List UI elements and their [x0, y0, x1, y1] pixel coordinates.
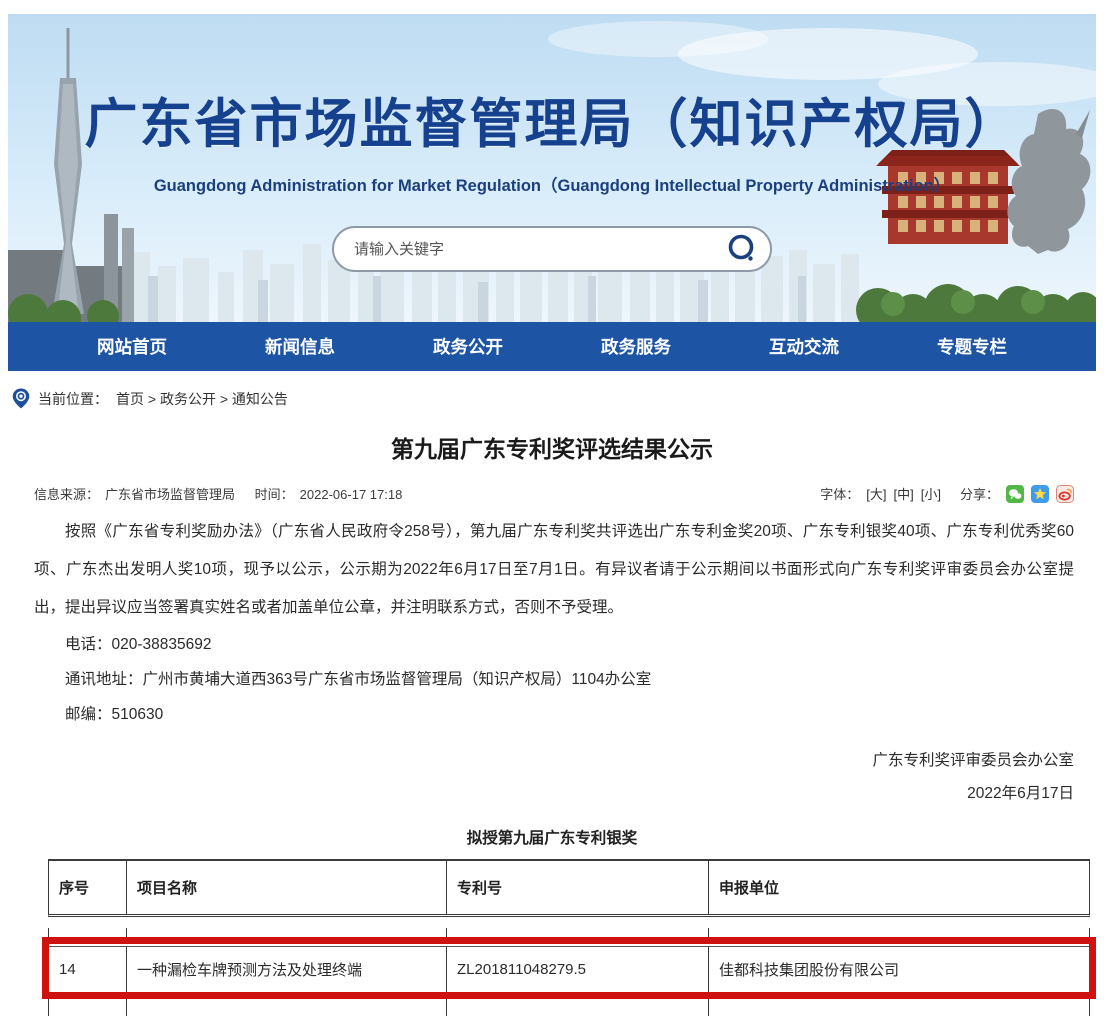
time-value: 2022-06-17 17:18: [300, 487, 403, 502]
search-input[interactable]: [352, 240, 726, 259]
source-value: 广东省市场监督管理局: [105, 487, 235, 502]
table-caption: 拟授第九届广东专利银奖: [0, 826, 1104, 848]
share-label: 分享：: [960, 484, 999, 503]
nav-item-news[interactable]: 新闻信息: [265, 334, 335, 359]
font-large-button[interactable]: [大]: [866, 484, 886, 503]
header-project: 项目名称: [126, 861, 446, 914]
article-title: 第九届广东专利奖评选结果公示: [0, 430, 1104, 464]
site-banner: 广东省市场监督管理局（知识产权局） Guangdong Administrati…: [8, 14, 1096, 322]
contact-address: 通讯地址：广州市黄埔大道西363号广东省市场监督管理局（知识产权局）1104办公…: [34, 662, 1074, 697]
contact-phone: 电话：020-38835692: [34, 627, 1074, 662]
nav-item-gov-disclosure[interactable]: 政务公开: [433, 334, 503, 359]
meta-source-time: 信息来源： 广东省市场监督管理局 时间： 2022-06-17 17:18: [34, 484, 408, 503]
highlight-annotation-box: 14 一种漏检车牌预测方法及处理终端 ZL201811048279.5 佳都科技…: [42, 937, 1096, 999]
table-gap: [0, 917, 1104, 928]
nav-item-interaction[interactable]: 互动交流: [769, 334, 839, 359]
qzone-share-icon[interactable]: [1031, 485, 1049, 503]
award-table: 序号 项目名称 专利号 申报单位: [48, 859, 1090, 917]
source-label: 信息来源：: [34, 487, 99, 502]
article-paragraph: 按照《广东省专利奖励办法》（广东省人民政府令258号），第九届广东专利奖共评选出…: [34, 513, 1074, 627]
font-medium-button[interactable]: [中]: [894, 484, 914, 503]
meta-tools: 字体： [大] [中] [小] 分享：: [820, 484, 1074, 503]
article-meta: 信息来源： 广东省市场监督管理局 时间： 2022-06-17 17:18 字体： …: [34, 484, 1074, 503]
signature-office: 广东专利奖评审委员会办公室: [0, 744, 1074, 777]
row-top-stub: [48, 928, 1090, 937]
nav-item-special-topics[interactable]: 专题专栏: [937, 334, 1007, 359]
nav-item-home[interactable]: 网站首页: [97, 334, 167, 359]
header-applicant: 申报单位: [708, 861, 1089, 914]
page: { "banner": { "title": "广东省市场监督管理局（知识产权局…: [0, 14, 1104, 998]
wechat-share-icon[interactable]: [1006, 485, 1024, 503]
signature-block: 广东专利奖评审委员会办公室 2022年6月17日: [0, 744, 1074, 810]
row-project: 一种漏检车牌预测方法及处理终端: [126, 947, 446, 992]
row-no: 14: [49, 947, 126, 992]
breadcrumb-label: 当前位置：: [38, 389, 108, 409]
contact-postcode: 邮编：510630: [34, 697, 1074, 732]
weibo-share-icon[interactable]: [1056, 485, 1074, 503]
banner-titles: 广东省市场监督管理局（知识产权局） Guangdong Administrati…: [8, 82, 1096, 196]
site-title: 广东省市场监督管理局（知识产权局）: [8, 82, 1096, 158]
table-row-highlighted[interactable]: 14 一种漏检车牌预测方法及处理终端 ZL201811048279.5 佳都科技…: [49, 946, 1089, 992]
header-no: 序号: [49, 861, 126, 914]
row-applicant: 佳都科技集团股份有限公司: [708, 947, 1089, 992]
main-nav: 网站首页 新闻信息 政务公开 政务服务 互动交流 专题专栏: [8, 322, 1096, 371]
row-patent: ZL201811048279.5: [446, 947, 708, 992]
location-pin-icon: [12, 388, 30, 409]
search-icon: [726, 233, 758, 265]
search-box: [332, 226, 772, 272]
font-small-button[interactable]: [小]: [921, 484, 941, 503]
font-size-label: 字体：: [820, 484, 859, 503]
time-label: 时间：: [255, 487, 294, 502]
site-subtitle: Guangdong Administration for Market Regu…: [8, 172, 1096, 196]
breadcrumb-path[interactable]: 首页 > 政务公开 > 通知公告: [116, 389, 288, 409]
nav-item-gov-services[interactable]: 政务服务: [601, 334, 671, 359]
breadcrumb: 当前位置： 首页 > 政务公开 > 通知公告: [12, 388, 1104, 409]
search-button[interactable]: [726, 233, 758, 265]
table-header-row: 序号 项目名称 专利号 申报单位: [48, 859, 1090, 917]
signature-date: 2022年6月17日: [0, 777, 1074, 810]
next-row-stub: [48, 999, 1090, 1016]
header-patent: 专利号: [446, 861, 708, 914]
